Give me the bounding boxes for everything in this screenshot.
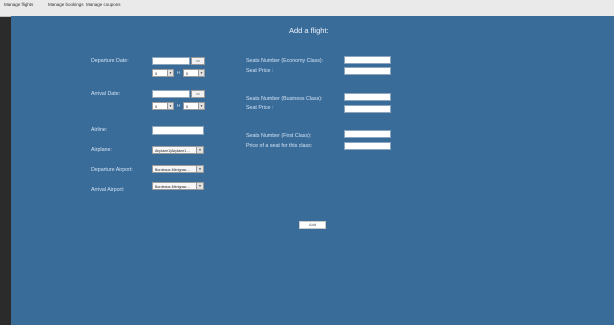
hour-separator: H xyxy=(177,103,181,108)
arrival-date-input[interactable] xyxy=(152,90,190,98)
airplane-select-value: Airplane1|Airplane1 ... xyxy=(155,148,191,153)
arrival-minute-value: 0 xyxy=(186,104,189,109)
arrival-hour-spinner[interactable]: 0 ▾ xyxy=(152,102,174,110)
departure-airport-label: Departure Airport: xyxy=(91,167,133,173)
arrival-minute-spinner[interactable]: 0 ▾ xyxy=(183,102,205,110)
departure-hour-value: 0 xyxy=(155,71,158,76)
seat-price-economy-input[interactable] xyxy=(344,67,391,75)
seats-economy-input[interactable] xyxy=(344,56,391,64)
seat-price-business-label: Seat Price : xyxy=(246,105,274,111)
calendar-icon: ▭ xyxy=(196,91,200,96)
menu-bar: Manage flights Manage bookings Manage co… xyxy=(0,0,614,17)
arrival-calendar-button[interactable]: ▭ xyxy=(191,90,205,98)
seat-price-business-input[interactable] xyxy=(344,105,391,113)
arrival-airport-select[interactable]: Bordeaux-Mérignac ... ▾ xyxy=(152,182,204,190)
airline-input[interactable] xyxy=(152,126,204,135)
add-button[interactable]: Add xyxy=(299,221,326,229)
price-first-label: Price of a seat for this class: xyxy=(246,143,313,149)
price-first-input[interactable] xyxy=(344,142,391,150)
seats-business-input[interactable] xyxy=(344,93,391,101)
chevron-down-icon: ▾ xyxy=(196,166,203,172)
arrival-airport-label: Arrival Airport: xyxy=(91,187,125,193)
airline-label: Airline: xyxy=(91,127,108,133)
seats-economy-label: Seats Number (Economy Class): xyxy=(246,58,324,64)
chevron-down-icon: ▾ xyxy=(196,183,203,189)
departure-minute-spinner[interactable]: 0 ▾ xyxy=(183,69,205,77)
hour-separator: H xyxy=(177,70,181,75)
arrival-date-label: Arrival Date: xyxy=(91,91,121,97)
arrival-airport-value: Bordeaux-Mérignac ... xyxy=(155,184,191,189)
chevron-down-icon[interactable]: ▾ xyxy=(198,70,204,76)
chevron-down-icon: ▾ xyxy=(196,147,203,153)
departure-date-label: Departure Date: xyxy=(91,58,129,64)
airplane-label: Airplane: xyxy=(91,147,112,153)
seats-first-input[interactable] xyxy=(344,130,391,138)
seats-business-label: Seats Number (Business Class): xyxy=(246,96,323,102)
departure-date-input[interactable] xyxy=(152,57,190,65)
departure-hour-spinner[interactable]: 0 ▾ xyxy=(152,69,174,77)
menu-manage-bookings[interactable]: Manage bookings xyxy=(48,2,84,7)
chevron-down-icon[interactable]: ▾ xyxy=(167,103,173,109)
departure-airport-value: Bordeaux-Mérignac ... xyxy=(155,167,191,172)
menu-manage-coupons[interactable]: Manage coupons xyxy=(86,2,121,7)
departure-minute-value: 0 xyxy=(186,71,189,76)
seat-price-economy-label: Seat Price : xyxy=(246,68,274,74)
departure-calendar-button[interactable]: ▭ xyxy=(191,57,205,65)
form-title: Add a flight: xyxy=(289,26,329,35)
departure-airport-select[interactable]: Bordeaux-Mérignac ... ▾ xyxy=(152,165,204,173)
calendar-icon: ▭ xyxy=(196,58,200,63)
chevron-down-icon[interactable]: ▾ xyxy=(167,70,173,76)
airplane-select[interactable]: Airplane1|Airplane1 ... ▾ xyxy=(152,146,204,154)
menu-manage-flights[interactable]: Manage flights xyxy=(4,2,33,7)
seats-first-label: Seats Number (First Class): xyxy=(246,133,312,139)
arrival-hour-value: 0 xyxy=(155,104,158,109)
chevron-down-icon[interactable]: ▾ xyxy=(198,103,204,109)
